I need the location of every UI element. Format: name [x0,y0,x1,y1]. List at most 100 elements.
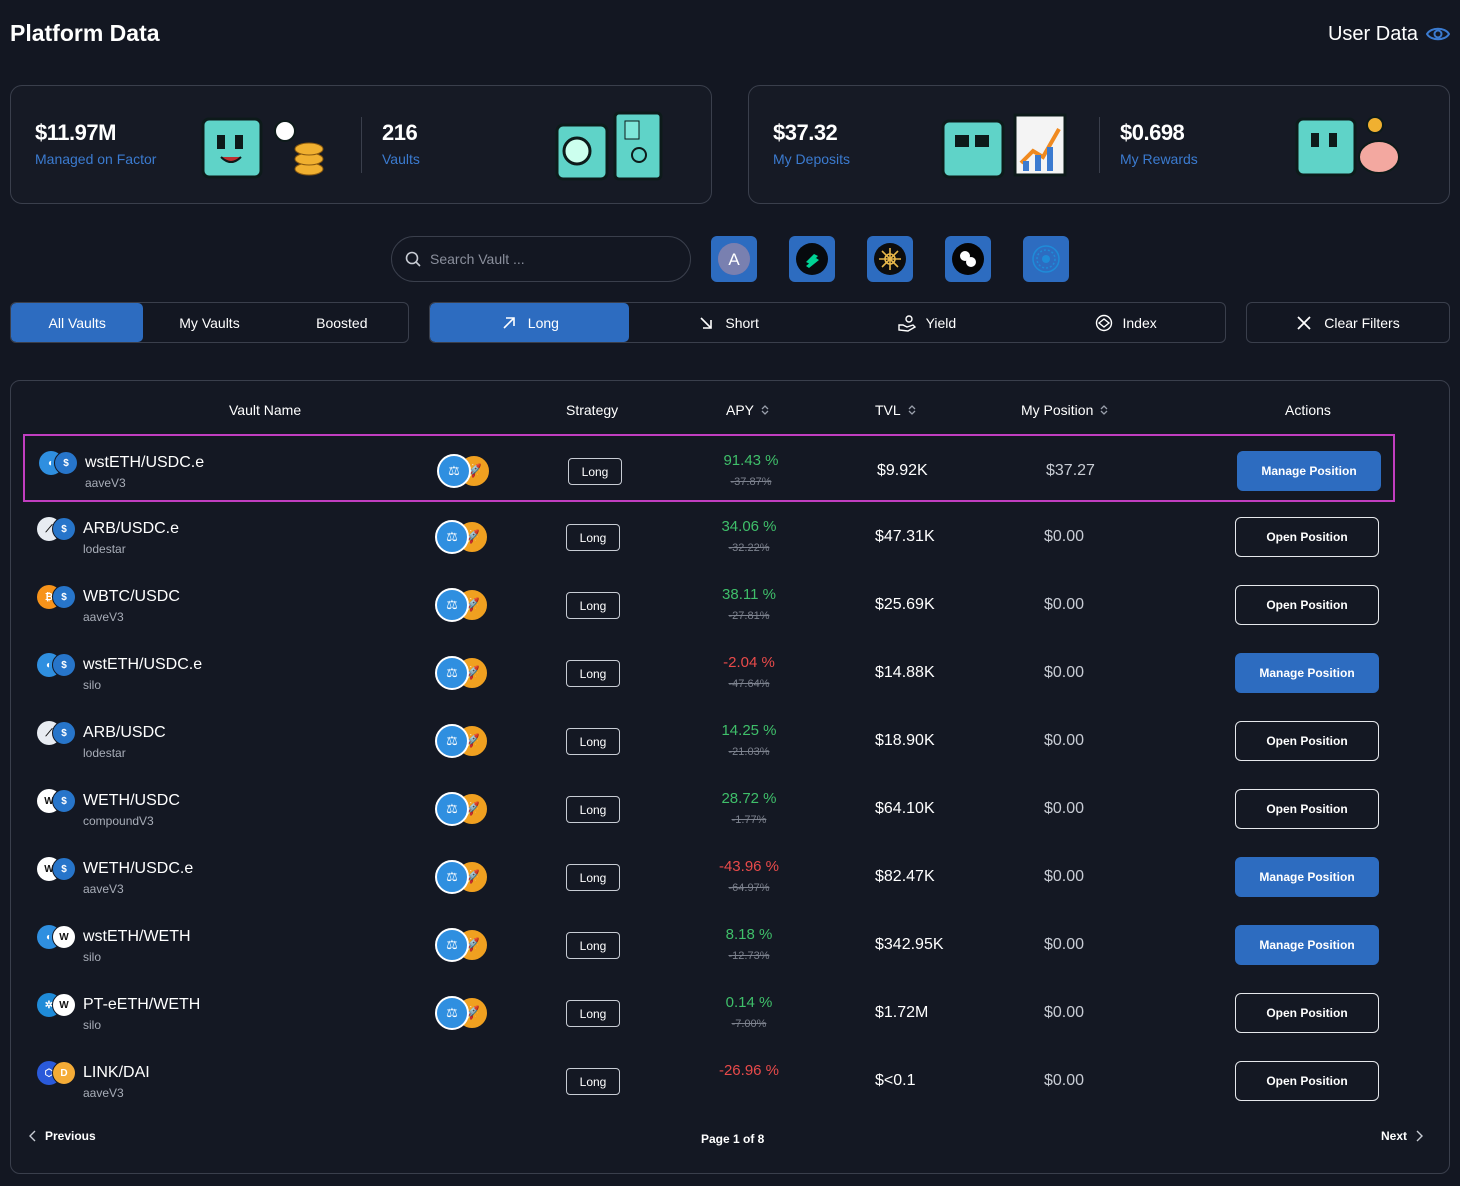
previous-page-button[interactable]: Previous [29,1129,96,1143]
strategy-badge: Long [566,728,620,755]
col-my-position-sort[interactable]: My Position [1021,402,1109,418]
open-position-button[interactable]: Open Position [1235,721,1379,761]
tab-label: All Vaults [48,314,106,331]
manage-position-button[interactable]: Manage Position [1235,653,1379,693]
platform-stats-card: $11.97M Managed on Factor 216 Vaults [10,85,712,204]
my-position-value: $0.00 [1044,1004,1085,1021]
table-row[interactable]: ₿ $ WBTC/USDC aaveV3 ⚖ 🚀 Long 38.11 % -2… [23,570,1395,638]
my-position-value: $0.00 [1044,732,1085,749]
vault-protocol: silo [83,1018,102,1032]
table-row[interactable]: W $ WETH/USDC.e aaveV3 ⚖ 🚀 Long -43.96 %… [23,842,1395,910]
strategy-icons: ⚖ 🚀 [435,928,495,962]
token-icon: W [52,925,76,949]
user-data-toggle[interactable]: User Data [1328,22,1450,46]
col-tvl-sort[interactable]: TVL [875,402,917,418]
strategy-icons: ⚖ 🚀 [435,656,495,690]
vault-scope-tabs: All Vaults My Vaults Boosted [10,302,409,343]
tab-my-vaults[interactable]: My Vaults [143,303,275,342]
manage-position-button[interactable]: Manage Position [1235,925,1379,965]
table-row[interactable]: ◐ $ wstETH/USDC.e aaveV3 ⚖ 🚀 Long 91.43 … [23,434,1395,502]
strategy-icons: ⚖ 🚀 [435,996,495,1030]
apy-old-value: -27.81% [728,610,770,622]
aave-filter-button[interactable]: A [711,236,757,282]
token-pair-icons: ⬡ D [37,1061,77,1085]
compound-filter-button[interactable] [789,236,835,282]
tab-index[interactable]: Index [1026,303,1225,342]
strategy-tabs: Long Short Yield Index [429,302,1226,343]
tvl-value: $64.10K [875,800,935,817]
tab-all-vaults[interactable]: All Vaults [11,303,144,342]
table-row[interactable]: ◐ $ wstETH/USDC.e silo ⚖ 🚀 Long -2.04 % … [23,638,1395,706]
col-apy-sort[interactable]: APY [726,402,770,418]
strategy-badge: Long [566,1000,620,1027]
tab-short[interactable]: Short [629,303,828,342]
tab-long[interactable]: Long [430,303,629,342]
token-pair-icons: W $ [37,857,77,881]
col-label: My Position [1021,402,1094,418]
manage-position-button[interactable]: Manage Position [1237,451,1381,491]
table-row[interactable]: ⟋ $ ARB/USDC.e lodestar ⚖ 🚀 Long 34.06 %… [23,502,1395,570]
clear-filters-label: Clear Filters [1324,314,1400,331]
open-position-button[interactable]: Open Position [1235,993,1379,1033]
table-row[interactable]: ◐ W wstETH/WETH silo ⚖ 🚀 Long 8.18 % -12… [23,910,1395,978]
balance-scale-icon: ⚖ [435,724,469,758]
tvl-value: $1.72M [875,1004,929,1021]
stat-divider [1099,117,1100,173]
apy-value: 28.72 % [721,790,777,807]
vault-name: wstETH/USDC.e [83,656,203,673]
apy-old-value: -32.22% [728,542,770,554]
open-position-button[interactable]: Open Position [1235,585,1379,625]
page-info: Page 1 of 8 [701,1132,765,1146]
apy-value: -43.96 % [718,858,780,875]
token-pair-icons: ◐ W [37,925,77,949]
token-icon: $ [52,585,76,609]
table-row[interactable]: ✲ W PT-eETH/WETH silo ⚖ 🚀 Long 0.14 % -7… [23,978,1395,1046]
silo-filter-button[interactable] [945,236,991,282]
search-box[interactable] [391,236,691,282]
my-position-value: $0.00 [1044,596,1085,613]
search-input[interactable] [430,251,670,267]
vault-protocol: aaveV3 [83,610,124,624]
index-icon [1095,314,1112,331]
managed-label: Managed on Factor [35,151,157,167]
vault-table: Vault Name Strategy APY TVL My Position … [10,380,1450,1174]
balance-scale-icon: ⚖ [435,656,469,690]
my-position-value: $0.00 [1044,800,1085,817]
robot-chart-illustration [941,113,1067,179]
table-row[interactable]: ⬡ D LINK/DAI aaveV3 Long -26.96 % $<0.1 … [23,1046,1395,1114]
balance-scale-icon: ⚖ [435,792,469,826]
token-pair-icons: W $ [37,789,77,813]
my-position-value: $0.00 [1044,868,1085,885]
table-row[interactable]: ⟋ $ ARB/USDC lodestar ⚖ 🚀 Long 14.25 % -… [23,706,1395,774]
lodestar-logo-icon [874,243,906,275]
table-row[interactable]: W $ WETH/USDC compoundV3 ⚖ 🚀 Long 28.72 … [23,774,1395,842]
pendle-filter-button[interactable] [1023,236,1069,282]
sort-icon [908,405,916,415]
rewards-label: My Rewards [1120,151,1198,167]
col-label: Vault Name [229,402,302,418]
open-position-button[interactable]: Open Position [1235,1061,1379,1101]
vault-name: wstETH/WETH [83,928,191,945]
tab-yield[interactable]: Yield [828,303,1027,342]
token-icon: $ [52,517,76,541]
apy-value: 34.06 % [721,518,777,535]
next-page-button[interactable]: Next [1381,1129,1423,1143]
vault-name: WBTC/USDC [83,588,180,605]
open-position-button[interactable]: Open Position [1235,517,1379,557]
apy-value: 14.25 % [721,722,777,739]
tab-boosted[interactable]: Boosted [276,303,408,342]
balance-scale-icon: ⚖ [435,520,469,554]
chevron-right-icon [1416,1130,1423,1142]
tab-label: Long [527,314,559,331]
arrow-down-right-icon [700,316,713,329]
vault-protocol: silo [83,678,102,692]
balance-scale-icon: ⚖ [435,996,469,1030]
token-icon: $ [54,451,78,475]
open-position-button[interactable]: Open Position [1235,789,1379,829]
clear-filters-button[interactable]: Clear Filters [1246,302,1450,343]
manage-position-button[interactable]: Manage Position [1235,857,1379,897]
silo-logo-icon [952,243,984,275]
rewards-stat: $0.698 My Rewards [1120,120,1198,167]
lodestar-filter-button[interactable] [867,236,913,282]
vaults-value: 216 [382,120,418,145]
